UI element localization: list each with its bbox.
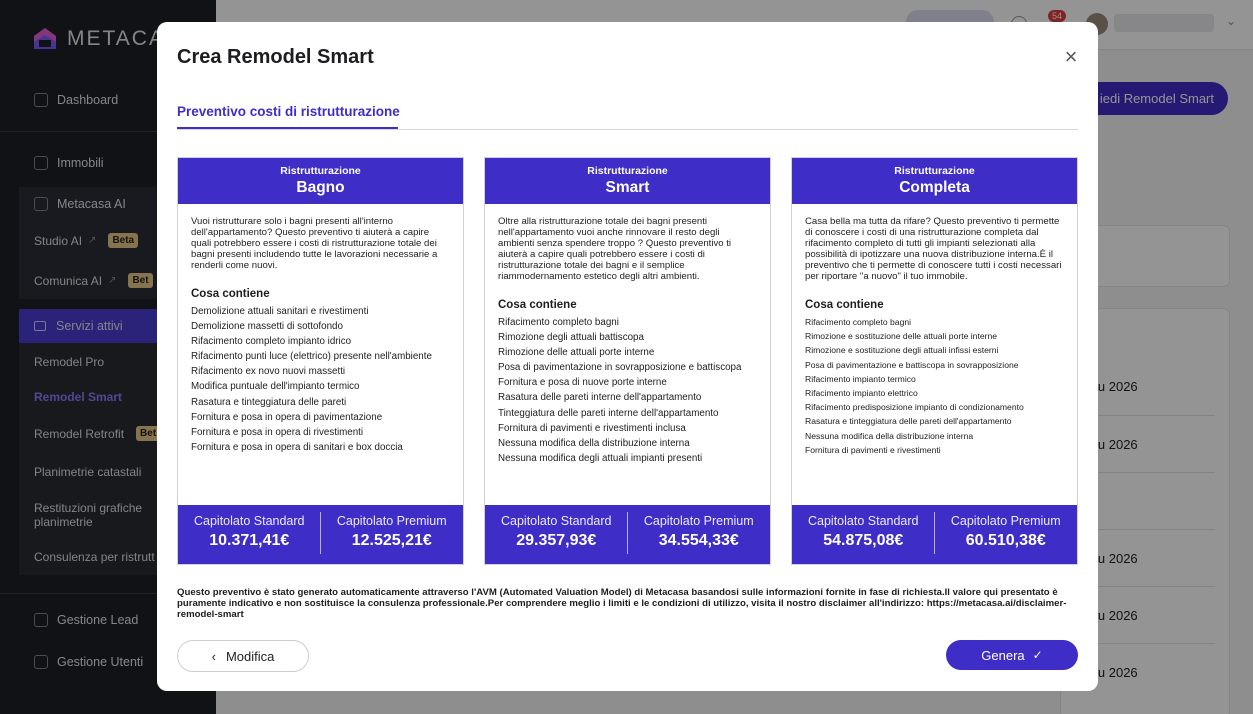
card-subtitle: Ristrutturazione xyxy=(894,165,975,177)
card-header: Ristrutturazione Completa xyxy=(792,158,1077,204)
card-subtitle: Ristrutturazione xyxy=(280,165,361,177)
list-item: Rifacimento completo bagni xyxy=(498,317,619,328)
standard-price: 10.371,41€ xyxy=(209,532,290,549)
premium-price: 12.525,21€ xyxy=(351,532,432,549)
chevron-left-icon: ‹ xyxy=(211,648,216,664)
card-subtitle: Ristrutturazione xyxy=(587,165,668,177)
premium-label: Capitolato Premium xyxy=(643,514,754,528)
list-item: Demolizione attuali sanitari e rivestime… xyxy=(191,306,369,317)
list-item: Posa di pavimentazione in sovrapposizion… xyxy=(498,362,742,374)
list-item: Fornitura e posa in opera di pavimentazi… xyxy=(191,411,383,423)
price-divider xyxy=(627,512,628,554)
card-contents-heading: Cosa contiene xyxy=(805,299,884,311)
close-icon[interactable]: × xyxy=(1062,46,1080,68)
price-divider xyxy=(934,512,935,554)
card-contents-heading: Cosa contiene xyxy=(191,288,270,300)
card-items-list: Rifacimento completo bagni Rimozione deg… xyxy=(498,317,758,464)
card-contents-heading: Cosa contiene xyxy=(498,299,577,311)
list-item: Rimozione delle attuali porte interne xyxy=(498,347,655,359)
card-smart: Ristrutturazione Smart Oltre alla ristru… xyxy=(484,157,771,565)
tab-divider xyxy=(177,129,1078,130)
list-item: Rifacimento punti luce (elettrico) prese… xyxy=(191,351,432,363)
card-bagno: Ristrutturazione Bagno Vuoi ristrutturar… xyxy=(177,157,464,565)
premium-price: 34.554,33€ xyxy=(658,532,739,549)
list-item: Rifacimento completo bagni xyxy=(805,317,912,327)
list-item: Fornitura e posa in opera di sanitari e … xyxy=(191,441,403,453)
card-description: Vuoi ristrutturare solo i bagni presenti… xyxy=(191,216,438,271)
list-item: Rasatura e tinteggiatura delle pareti de… xyxy=(805,416,1012,427)
modal-title: Crea Remodel Smart xyxy=(177,46,374,68)
disclaimer-text: Questo preventivo è stato generato autom… xyxy=(177,587,1067,620)
card-title: Completa xyxy=(899,179,970,196)
price-divider xyxy=(320,512,321,554)
modify-button-label: Modifica xyxy=(225,648,275,664)
card-prices: Capitolato Standard 29.357,93€ Capitolat… xyxy=(485,505,770,564)
list-item: Fornitura e posa di nuove porte interne xyxy=(498,377,667,389)
standard-label: Capitolato Standard xyxy=(194,514,305,528)
list-item: Modifica puntuale dell'impianto termico xyxy=(191,381,360,393)
premium-price-block: Capitolato Premium 12.525,21€ xyxy=(321,505,464,564)
generate-button[interactable]: Genera ✓ xyxy=(946,640,1078,670)
list-item: Rimozione e sostituzione delle attuali p… xyxy=(805,331,998,342)
list-item: Fornitura di pavimenti e rivestimenti in… xyxy=(498,422,686,434)
list-item: Rifacimento ex novo nuovi massetti xyxy=(191,366,346,378)
card-title: Bagno xyxy=(296,179,345,196)
card-items-list: Demolizione attuali sanitari e rivestime… xyxy=(191,306,451,453)
list-item: Nessuna modifica della distribuzione int… xyxy=(805,430,974,441)
list-item: Nessuna modifica degli attuali impianti … xyxy=(498,452,703,464)
standard-price-block: Capitolato Standard 29.357,93€ xyxy=(485,505,628,564)
card-completa: Ristrutturazione Completa Casa bella ma … xyxy=(791,157,1078,565)
list-item: Rifacimento impianto termico xyxy=(805,373,916,384)
list-item: Tinteggiatura delle pareti interne dell'… xyxy=(498,407,719,419)
card-items-list: Rifacimento completo bagni Rimozione e s… xyxy=(805,317,1065,455)
premium-price-block: Capitolato Premium 34.554,33€ xyxy=(628,505,771,564)
standard-price-block: Capitolato Standard 10.371,41€ xyxy=(178,505,321,564)
card-prices: Capitolato Standard 54.875,08€ Capitolat… xyxy=(792,505,1077,564)
card-title: Smart xyxy=(605,179,650,196)
tab-preventivo[interactable]: Preventivo costi di ristrutturazione xyxy=(177,104,400,119)
premium-label: Capitolato Premium xyxy=(950,514,1061,528)
list-item: Rifacimento completo impianto idrico xyxy=(191,336,352,348)
standard-price-block: Capitolato Standard 54.875,08€ xyxy=(792,505,935,564)
list-item: Rifacimento impianto elettrico xyxy=(805,387,918,398)
list-item: Rasatura delle pareti interne dell'appar… xyxy=(498,392,702,404)
card-prices: Capitolato Standard 10.371,41€ Capitolat… xyxy=(178,505,463,564)
list-item: Posa di pavimentazione e battiscopa in s… xyxy=(805,359,1019,370)
modify-button[interactable]: ‹ Modifica xyxy=(177,640,309,672)
standard-label: Capitolato Standard xyxy=(501,514,612,528)
standard-label: Capitolato Standard xyxy=(808,514,919,528)
list-item: Rimozione e sostituzione degli attuali i… xyxy=(805,345,999,356)
crea-remodel-smart-modal: Crea Remodel Smart × Preventivo costi di… xyxy=(157,22,1098,691)
standard-price: 29.357,93€ xyxy=(516,532,597,549)
card-description: Oltre alla ristrutturazione totale dei b… xyxy=(498,216,732,282)
list-item: Demolizione massetti di sottofondo xyxy=(191,321,343,333)
check-icon: ✓ xyxy=(1032,648,1043,662)
premium-price-block: Capitolato Premium 60.510,38€ xyxy=(935,505,1078,564)
standard-price: 54.875,08€ xyxy=(823,532,904,549)
generate-button-label: Genera xyxy=(981,647,1025,663)
list-item: Rasatura e tinteggiatura delle pareti xyxy=(191,396,347,408)
card-header: Ristrutturazione Bagno xyxy=(178,158,463,204)
premium-label: Capitolato Premium xyxy=(336,514,447,528)
list-item: Rimozione degli attuali battiscopa xyxy=(498,332,644,344)
list-item: Rifacimento predisposizione impianto di … xyxy=(805,402,1024,413)
list-item: Fornitura di pavimenti e rivestimenti xyxy=(805,444,941,455)
card-header: Ristrutturazione Smart xyxy=(485,158,770,204)
premium-price: 60.510,38€ xyxy=(965,532,1046,549)
list-item: Fornitura e posa in opera di rivestiment… xyxy=(191,426,364,438)
list-item: Nessuna modifica della distribuzione int… xyxy=(498,437,690,449)
card-description: Casa bella ma tutta da rifare? Questo pr… xyxy=(805,216,1062,282)
